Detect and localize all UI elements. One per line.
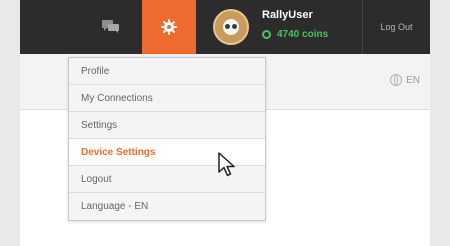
coin-balance: 4740 coins (262, 29, 328, 40)
app-window: RallyUser 4740 coins Log Out EN Profile … (20, 0, 430, 246)
top-navigation-bar: RallyUser 4740 coins Log Out (20, 0, 430, 60)
menu-item-profile[interactable]: Profile (69, 58, 265, 85)
menu-item-settings[interactable]: Settings (69, 112, 265, 139)
settings-nav-button[interactable] (142, 0, 196, 60)
avatar-icon (213, 9, 249, 45)
avatar-eye (232, 24, 237, 29)
username: RallyUser (262, 9, 313, 21)
logout-button[interactable]: Log Out (363, 0, 430, 54)
mouse-pointer-icon (218, 152, 235, 177)
globe-icon (390, 74, 403, 86)
coin-icon (262, 30, 271, 39)
language-label: EN (406, 74, 420, 86)
user-profile[interactable]: RallyUser 4740 coins (210, 0, 360, 54)
chat-bubbles-icon (102, 20, 119, 33)
menu-item-my-connections[interactable]: My Connections (69, 85, 265, 112)
coin-count: 4740 coins (277, 29, 329, 40)
menu-item-language[interactable]: Language - EN (69, 193, 265, 220)
gear-icon (161, 19, 177, 35)
settings-dropdown-menu: Profile My Connections Settings Device S… (68, 57, 266, 221)
chat-nav-button[interactable] (82, 0, 140, 54)
avatar-eye (225, 24, 230, 29)
language-selector[interactable]: EN (390, 74, 420, 86)
